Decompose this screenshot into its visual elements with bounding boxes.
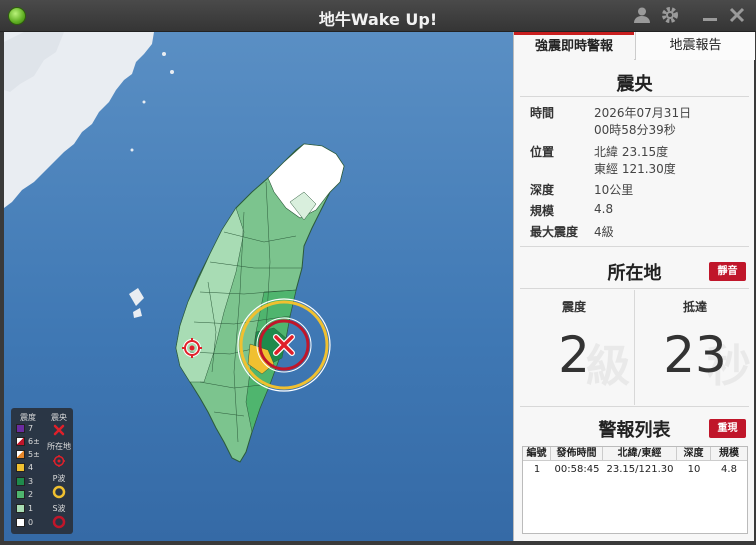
legend-level: 3 — [16, 477, 33, 487]
minimize-icon[interactable] — [700, 6, 720, 26]
column-header[interactable]: 深度 — [677, 447, 711, 461]
map-legend: 震度 震央 7 6± 5± 4 3 2 1 0 所在地 P波 S波 — [11, 408, 73, 534]
max-intensity-value: 4級 — [594, 225, 614, 239]
column-header[interactable]: 發佈時間 — [551, 447, 603, 461]
title-bar: 地牛Wake Up! — [0, 0, 756, 32]
column-header[interactable]: 北緯/東經 — [603, 447, 677, 461]
divider — [520, 246, 749, 247]
legend-level: 6± — [16, 437, 40, 447]
gear-icon[interactable] — [660, 6, 680, 26]
app-window: 地牛Wake Up! 震度 震央 7 6± 5± 4 3 2 1 0 所在地 P… — [0, 0, 756, 545]
tab-earthquake-report[interactable]: 地震報告 — [635, 32, 755, 60]
table-cell: 1 — [533, 464, 541, 475]
tab-realtime-alert[interactable]: 強震即時警報 — [514, 32, 634, 60]
arrival-label: 抵達 — [682, 300, 707, 314]
epicenter-title: 震央 — [616, 74, 653, 95]
legend-level: 2 — [16, 490, 33, 500]
tab-bar: 強震即時警報 地震報告 — [514, 32, 755, 60]
arrival-value: 23 — [663, 326, 727, 384]
depth-value: 10公里 — [594, 183, 634, 197]
time-label: 時間 — [530, 106, 555, 120]
legend-pwave-icon — [47, 485, 71, 501]
legend-level: 4 — [16, 463, 33, 473]
alert-table[interactable]: 編號 發佈時間 北緯/東經 深度 規模 1 00:58:45 23.15/121… — [522, 446, 748, 534]
max-intensity-label: 最大震度 — [530, 225, 579, 239]
legend-epicenter-icon — [47, 424, 71, 438]
divider — [520, 96, 749, 97]
legend-level: 7 — [16, 424, 33, 434]
legend-swave-icon — [47, 515, 71, 531]
close-icon[interactable] — [727, 6, 747, 26]
user-icon[interactable] — [632, 6, 652, 26]
intensity-label: 震度 — [561, 300, 586, 314]
intensity-value: 2 — [558, 326, 590, 384]
column-header[interactable]: 規模 — [711, 447, 747, 461]
legend-epicenter-header: 震央 — [51, 413, 67, 422]
legend-level: 0 — [16, 518, 33, 528]
legend-intensity-header: 震度 — [20, 413, 36, 422]
earthquake-map[interactable] — [4, 32, 513, 541]
legend-location-icon — [47, 454, 71, 470]
legend-level: 1 — [16, 504, 33, 514]
table-cell: 23.15/121.30 — [606, 464, 674, 475]
info-panel: 強震即時警報 地震報告 震央 時間 2026年07月31日 00時58分39秒 … — [513, 32, 755, 541]
legend-swave-label: S波 — [52, 504, 66, 513]
mute-button[interactable]: 靜音 — [709, 262, 746, 281]
table-cell: 00:58:45 — [554, 464, 600, 475]
time-clock: 00時58分39秒 — [594, 123, 676, 137]
depth-label: 深度 — [530, 183, 555, 197]
divider — [520, 288, 749, 289]
time-date: 2026年07月31日 — [594, 106, 692, 120]
legend-pwave-label: P波 — [52, 474, 66, 483]
position-label: 位置 — [530, 145, 555, 159]
intensity-box: 震度 級 2 — [514, 290, 634, 405]
position-lon: 東經 121.30度 — [594, 162, 676, 176]
table-cell: 4.8 — [721, 464, 737, 475]
divider — [520, 406, 749, 407]
legend-location-label: 所在地 — [47, 442, 71, 451]
magnitude-label: 規模 — [530, 204, 555, 218]
legend-level: 5± — [16, 450, 40, 460]
replay-button[interactable]: 重現 — [709, 419, 746, 438]
arrival-box: 抵達 秒 23 — [635, 290, 755, 405]
table-cell: 10 — [687, 464, 701, 475]
position-lat: 北緯 23.15度 — [594, 145, 669, 159]
column-header[interactable]: 編號 — [523, 447, 551, 461]
magnitude-value: 4.8 — [594, 202, 614, 216]
